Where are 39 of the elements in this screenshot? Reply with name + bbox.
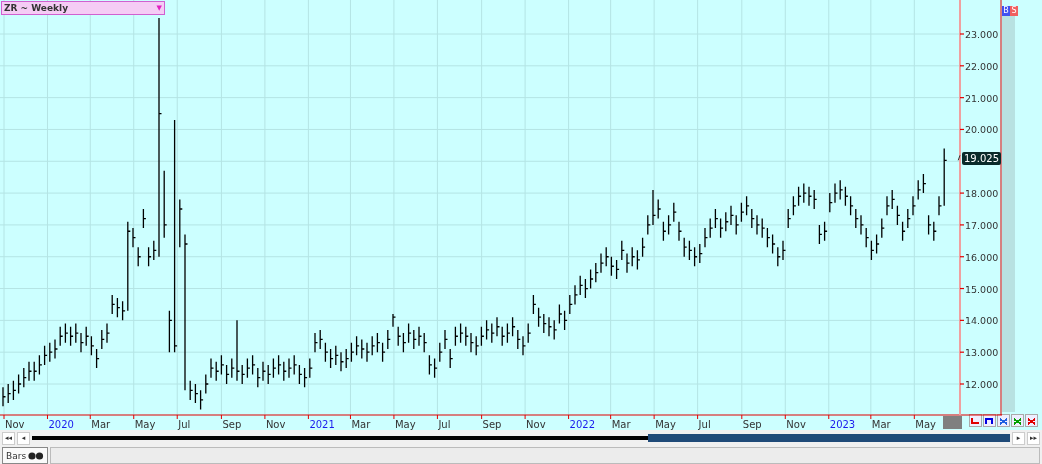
y-axis-label: 12.000 [965,379,999,390]
x-axis-label: Nov [526,419,546,430]
x-axis-label: Mar [871,419,891,430]
y-axis-label: 20.000 [965,124,999,136]
x-axis-label: Sep [482,419,502,430]
x-axis-label: May [655,419,676,430]
x-axis-label: Jul [178,419,191,430]
x-axis-label: Jul [438,419,451,430]
y-axis-label: 15.000 [965,283,999,295]
x-axis-label: 2021 [309,419,335,430]
x-axis-label: Mar [351,419,371,430]
y-axis-label: 17.000 [965,219,999,231]
x-axis-label: Nov [265,419,286,430]
y-axis-label: 23.000 [965,29,999,40]
buy-button[interactable]: B [1002,6,1010,16]
y-axis-label: 18.000 [965,188,999,200]
x-axis-label: May [134,419,156,430]
last-price-label: 19.025 [962,152,1001,166]
x-axis-label: Jul [698,419,711,430]
x-axis-label: May [915,419,936,430]
x-axis-label: Mar [611,419,631,430]
y-axis-label: 16.000 [965,251,999,263]
link-icon [28,451,45,460]
x-axis-label: Sep [742,419,762,430]
corner-block [943,416,962,429]
x-axis-label: Nov [786,419,806,430]
y-axis-label: 14.000 [965,315,999,327]
y-axis-label: 21.000 [965,92,999,104]
x-axis-label: May [394,419,416,430]
x-axis-label: 2020 [48,419,74,430]
x-axis-label: Mar [91,419,111,430]
y-axis-label: 13.000 [965,347,999,359]
x-axis-label: Sep [222,419,242,430]
x-axis-label: 2023 [829,419,856,430]
x-axis-label: Nov [5,419,25,430]
y-axis-label: 22.000 [965,60,999,72]
x-axis-label: 2022 [569,419,596,430]
bars-tab[interactable]: Bars [2,447,49,464]
scrollbar-thumb[interactable] [648,434,1010,442]
